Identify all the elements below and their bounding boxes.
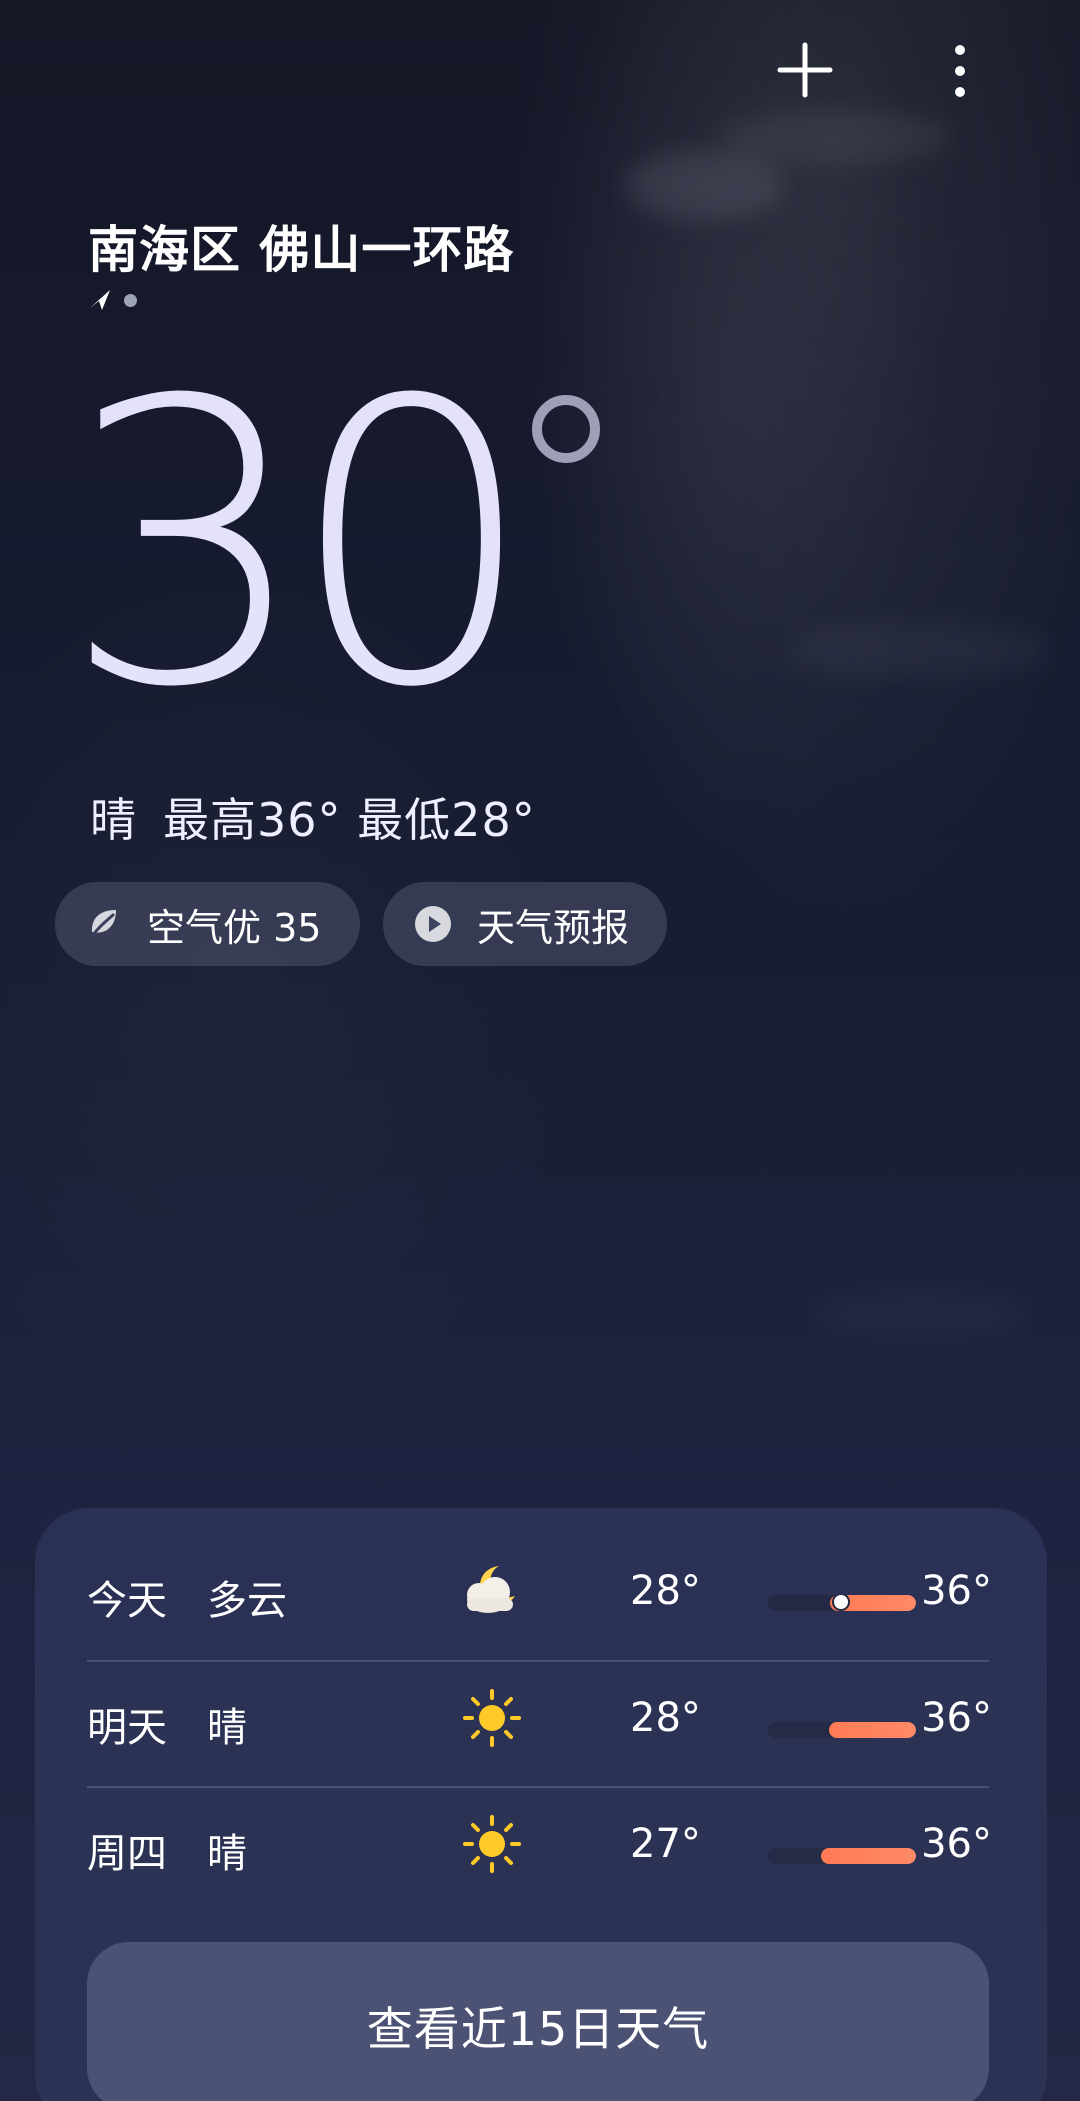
condition-label: 晴 <box>207 1831 247 1877</box>
low-temperature: 28° <box>630 1695 701 1741</box>
weather-forecast-button[interactable]: 天气预报 <box>383 882 667 966</box>
view-15-day-weather-button[interactable]: 查看近15日天气 <box>87 1942 989 2101</box>
background-cloud <box>720 110 950 165</box>
page-indicator-dot-icon <box>124 293 137 307</box>
weather-screen: 南海区 佛山一环路 30 晴 最高36° 最低28° 空气优 35 天气预报 今… <box>0 0 1080 2101</box>
air-quality-button[interactable]: 空气优 35 <box>55 882 360 966</box>
low-temperature: 28° <box>630 1568 701 1614</box>
day-label: 周四 <box>87 1831 167 1877</box>
vertical-dots-icon <box>955 45 965 97</box>
sun-icon <box>463 1815 521 1873</box>
high-temperature: 最高36° <box>163 793 342 847</box>
daily-forecast-card: 今天 多云 28° 36° 明天 晴 28° 36° 周四 晴 27° 36° … <box>35 1508 1047 2101</box>
temperature-value: 30 <box>62 318 536 772</box>
leaf-icon <box>91 910 116 937</box>
degree-symbol-icon <box>532 395 600 463</box>
current-temperature: 30 <box>62 318 600 772</box>
day-label: 明天 <box>87 1705 167 1751</box>
add-city-button[interactable] <box>770 30 840 110</box>
background-cloud <box>810 1290 1030 1340</box>
cloud-moon-icon <box>467 1566 515 1613</box>
play-circle-icon <box>415 906 451 942</box>
high-temperature: 36° <box>921 1568 992 1614</box>
plus-icon <box>777 42 833 98</box>
condition-label: 晴 <box>207 1705 247 1751</box>
air-quality-label: 空气优 35 <box>147 905 322 950</box>
location-arrow-icon <box>90 290 110 310</box>
location-indicator <box>88 288 137 312</box>
temperature-range-bar <box>768 1848 916 1864</box>
high-temperature: 36° <box>921 1821 992 1867</box>
forecast-row-today[interactable]: 今天 多云 28° 36° <box>87 1528 992 1654</box>
forecast-row-tomorrow[interactable]: 明天 晴 28° 36° <box>87 1655 992 1781</box>
day-label: 今天 <box>87 1578 167 1624</box>
temperature-range-fill <box>821 1848 916 1864</box>
high-low-temperatures: 最高36° 最低28° <box>163 784 536 850</box>
weather-forecast-label: 天气预报 <box>477 905 630 950</box>
background-cloud <box>625 150 785 220</box>
low-temperature: 27° <box>630 1821 701 1867</box>
condition-label: 多云 <box>207 1578 287 1624</box>
current-condition: 晴 <box>90 793 137 847</box>
low-temperature: 最低28° <box>357 793 536 847</box>
temperature-range-bar <box>768 1595 916 1611</box>
location-title[interactable]: 南海区 佛山一环路 <box>88 210 514 282</box>
weather-summary: 晴 最高36° 最低28° <box>90 784 536 850</box>
more-options-button[interactable] <box>925 30 995 110</box>
current-temperature-marker <box>831 1595 850 1611</box>
temperature-range-bar <box>768 1722 916 1738</box>
sun-icon <box>463 1689 521 1747</box>
background-cloud <box>790 620 1050 680</box>
high-temperature: 36° <box>921 1695 992 1741</box>
temperature-range-fill <box>828 1722 916 1738</box>
forecast-row-thursday[interactable]: 周四 晴 27° 36° <box>87 1781 992 1907</box>
